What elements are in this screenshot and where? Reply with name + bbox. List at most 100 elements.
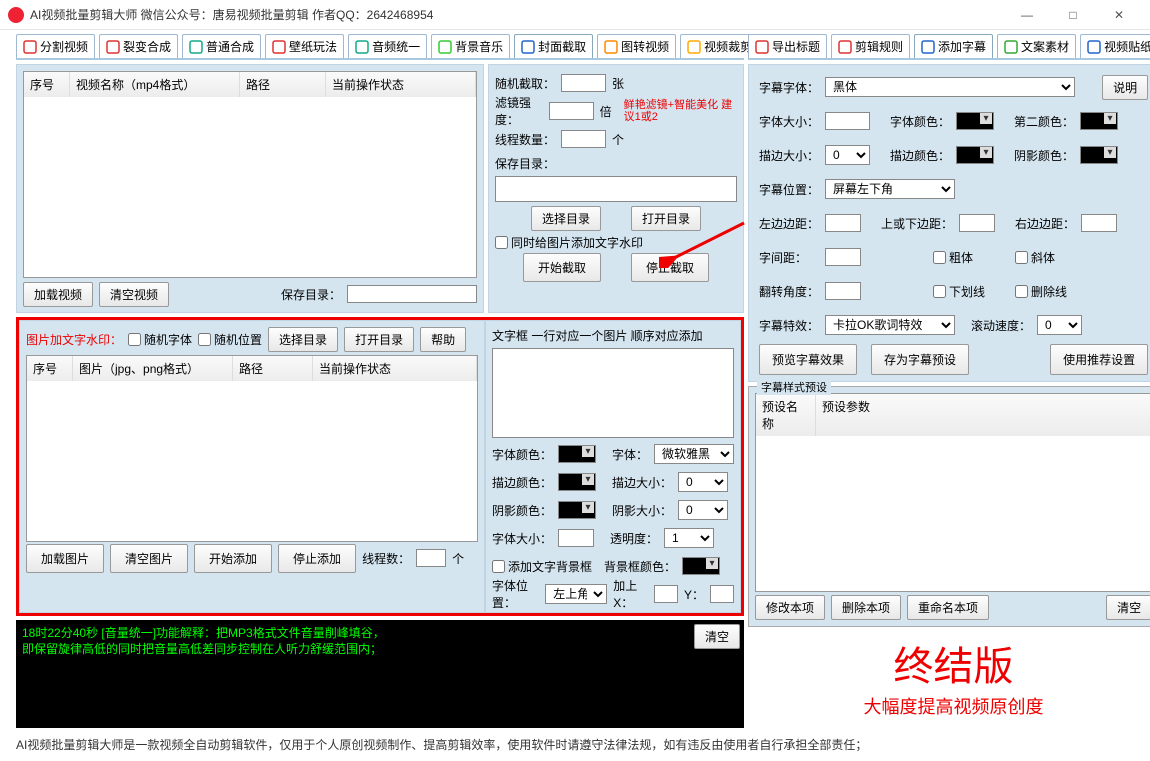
filter-strength-input[interactable] — [549, 102, 594, 120]
clear-log-button[interactable]: 清空 — [694, 624, 740, 649]
titlebar: AI视频批量剪辑大师 微信公众号：唐易视频批量剪辑 作者QQ：264246895… — [0, 0, 1150, 30]
minimize-button[interactable]: — — [1004, 0, 1050, 30]
sub-font-size[interactable] — [825, 112, 870, 130]
wm-pos-select[interactable]: 左上角 — [545, 584, 607, 604]
sub-right[interactable] — [1081, 214, 1117, 232]
draft-icon — [1004, 40, 1018, 54]
sub-effect[interactable]: 卡拉OK歌词特效 — [825, 315, 955, 335]
wm-font-size[interactable] — [558, 529, 594, 547]
tab-rules[interactable]: 剪辑规则 — [831, 34, 910, 58]
wm-addx[interactable] — [654, 585, 678, 603]
export-icon — [755, 40, 769, 54]
wm-select-dir-button[interactable]: 选择目录 — [268, 327, 338, 352]
wm-threads-input[interactable] — [416, 549, 446, 567]
clear-video-button[interactable]: 清空视频 — [99, 282, 169, 307]
clear-preset-button[interactable]: 清空 — [1106, 595, 1150, 620]
sub-topbot[interactable] — [959, 214, 995, 232]
tab-img2vid[interactable]: 图转视频 — [597, 34, 676, 58]
sub-font-color[interactable] — [956, 112, 994, 130]
video-list[interactable]: 序号 视频名称（mp4格式） 路径 当前操作状态 — [23, 71, 477, 278]
subtitle-icon — [921, 40, 935, 54]
window-title: AI视频批量剪辑大师 微信公众号：唐易视频批量剪辑 作者QQ：264246895… — [30, 6, 1004, 23]
load-video-button[interactable]: 加载视频 — [23, 282, 93, 307]
clear-image-button[interactable]: 清空图片 — [110, 544, 188, 573]
select-dir-button[interactable]: 选择目录 — [531, 206, 601, 231]
thread-count-input[interactable] — [561, 130, 606, 148]
sub-sec-color[interactable] — [1080, 112, 1118, 130]
start-add-button[interactable]: 开始添加 — [194, 544, 272, 573]
tab-crop[interactable]: 封面截取 — [514, 34, 593, 58]
underline-checkbox[interactable]: 下划线 — [933, 283, 985, 300]
wm-opacity[interactable]: 1 — [664, 528, 714, 548]
tab-music[interactable]: 背景音乐 — [431, 34, 510, 58]
tab-wall[interactable]: 壁纸玩法 — [265, 34, 344, 58]
save-dir-path[interactable] — [495, 176, 737, 202]
wm-shadow-color[interactable] — [558, 501, 596, 519]
wm-addy[interactable] — [710, 585, 734, 603]
tab-split[interactable]: 分割视频 — [16, 34, 95, 58]
music-icon — [438, 40, 452, 54]
recommend-button[interactable]: 使用推荐设置 — [1050, 344, 1148, 375]
sub-angle[interactable] — [825, 282, 861, 300]
load-image-button[interactable]: 加载图片 — [26, 544, 104, 573]
wm-stroke-size[interactable]: 0 — [678, 472, 728, 492]
bold-checkbox[interactable]: 粗体 — [933, 249, 973, 266]
sub-position[interactable]: 屏幕左下角 — [825, 179, 955, 199]
wm-bg-color[interactable] — [682, 557, 720, 575]
stop-capture-button[interactable]: 停止截取 — [631, 253, 709, 282]
wall-icon — [272, 40, 286, 54]
del-preset-button[interactable]: 删除本项 — [831, 595, 901, 620]
instruction-button[interactable]: 说明 — [1102, 75, 1148, 100]
wm-stroke-color[interactable] — [558, 473, 596, 491]
start-capture-button[interactable]: 开始截取 — [523, 253, 601, 282]
add-watermark-checkbox[interactable]: 同时给图片添加文字水印 — [495, 234, 737, 251]
tab-sticker[interactable]: 视频贴纸 — [1080, 34, 1150, 58]
maximize-button[interactable]: □ — [1050, 0, 1096, 30]
close-button[interactable]: ✕ — [1096, 0, 1142, 30]
tab-export[interactable]: 导出标题 — [748, 34, 827, 58]
strike-checkbox[interactable]: 删除线 — [1015, 283, 1067, 300]
tab-audio[interactable]: 音频统一 — [348, 34, 427, 58]
wm-bgbox-checkbox[interactable]: 添加文字背景框 — [492, 558, 592, 575]
sub-font-family[interactable]: 黑体 — [825, 77, 1075, 97]
sub-spacing[interactable] — [825, 248, 861, 266]
sub-shadow-color[interactable] — [1080, 146, 1118, 164]
wm-font-color[interactable] — [558, 445, 596, 463]
italic-checkbox[interactable]: 斜体 — [1015, 249, 1055, 266]
tab-play[interactable]: 普通合成 — [182, 34, 261, 58]
save-preset-button[interactable]: 存为字幕预设 — [871, 344, 969, 375]
rules-icon — [838, 40, 852, 54]
open-dir-button[interactable]: 打开目录 — [631, 206, 701, 231]
audio-icon — [355, 40, 369, 54]
wm-shadow-size[interactable]: 0 — [678, 500, 728, 520]
random-pos-checkbox[interactable]: 随机位置 — [198, 331, 262, 348]
sticker-icon — [1087, 40, 1101, 54]
footer-text: AI视频批量剪辑大师是一款视频全自动剪辑软件，仅用于个人原创视频制作、提高剪辑效… — [0, 728, 1150, 761]
sub-scroll[interactable]: 0 — [1037, 315, 1082, 335]
rename-preset-button[interactable]: 重命名本项 — [907, 595, 989, 620]
promo-text: 终结版 大幅度提高视频原创度 — [748, 631, 1150, 728]
sub-stroke-size[interactable]: 0 — [825, 145, 870, 165]
image-list[interactable]: 序号 图片（jpg、png格式） 路径 当前操作状态 — [26, 355, 478, 542]
tabs-right: 导出标题剪辑规则添加字幕文案素材视频贴纸 — [748, 34, 1150, 60]
tab-merge[interactable]: 裂变合成 — [99, 34, 178, 58]
rand-capture-input[interactable] — [561, 74, 606, 92]
tab-subtitle[interactable]: 添加字幕 — [914, 34, 993, 58]
tabs-left: 分割视频裂变合成普通合成壁纸玩法音频统一背景音乐封面截取图转视频视频裁剪 — [16, 34, 744, 60]
wm-help-button[interactable]: 帮助 — [420, 327, 466, 352]
preview-subtitle-button[interactable]: 预览字幕效果 — [759, 344, 857, 375]
preset-list[interactable]: 预设名称预设参数 — [755, 393, 1150, 592]
sub-stroke-color[interactable] — [956, 146, 994, 164]
random-font-checkbox[interactable]: 随机字体 — [128, 331, 192, 348]
sub-left[interactable] — [825, 214, 861, 232]
wm-open-dir-button[interactable]: 打开目录 — [344, 327, 414, 352]
stop-add-button[interactable]: 停止添加 — [278, 544, 356, 573]
log-output: 18时22分40秒 [音量统一]功能解释：把MP3格式文件音量削峰填谷， 即保留… — [16, 620, 744, 728]
save-dir-input[interactable] — [347, 285, 477, 303]
img2vid-icon — [604, 40, 618, 54]
edit-preset-button[interactable]: 修改本项 — [755, 595, 825, 620]
watermark-text-input[interactable] — [492, 348, 734, 438]
app-icon — [8, 7, 24, 23]
wm-font-select[interactable]: 微软雅黑 — [654, 444, 734, 464]
tab-draft[interactable]: 文案素材 — [997, 34, 1076, 58]
